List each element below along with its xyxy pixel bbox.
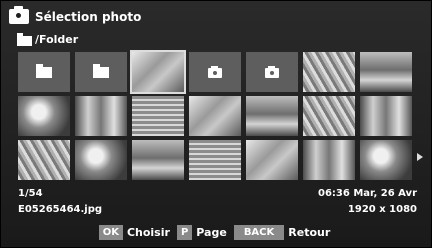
camera-icon [9, 6, 29, 24]
photo-image [132, 96, 184, 136]
folder-icon [36, 64, 52, 78]
photo-image [360, 140, 412, 180]
photo-counter: 1/54 [18, 188, 43, 199]
photo-thumbnail[interactable] [360, 140, 412, 180]
photo-image [189, 96, 241, 136]
photo-image [75, 96, 127, 136]
folder-thumbnail[interactable] [75, 52, 127, 92]
title-bar: Sélection photo [9, 6, 142, 24]
photo-thumbnail[interactable] [246, 96, 298, 136]
next-page-arrow-icon[interactable] [417, 153, 423, 161]
photo-placeholder-thumbnail[interactable] [189, 52, 241, 92]
photo-image [246, 140, 298, 180]
back-button[interactable]: BACK [233, 225, 285, 240]
photo-thumbnail[interactable] [75, 140, 127, 180]
photo-resolution: 1920 x 1080 [347, 204, 417, 215]
page-hint: Page [196, 226, 227, 239]
photo-thumbnail[interactable] [189, 96, 241, 136]
photo-image [303, 96, 355, 136]
ok-button[interactable]: OK [98, 225, 123, 240]
folder-icon [93, 64, 109, 78]
photo-thumbnail[interactable] [18, 140, 70, 180]
button-guide: OK Choisir P Page BACK Retour [1, 225, 431, 240]
camera-icon [265, 66, 279, 78]
photo-image [132, 140, 184, 180]
photo-thumbnail[interactable] [303, 52, 355, 92]
breadcrumb: /Folder [17, 32, 79, 46]
photo-image [303, 52, 355, 92]
photo-thumbnail[interactable] [246, 140, 298, 180]
photo-image [360, 52, 412, 92]
page-button[interactable]: P [176, 225, 193, 240]
photo-image [246, 96, 298, 136]
photo-thumbnail[interactable] [189, 140, 241, 180]
photo-image [75, 140, 127, 180]
folder-icon [17, 32, 32, 46]
photo-image [18, 140, 70, 180]
photo-datetime: 06:36 Mar, 26 Avr [318, 188, 417, 199]
file-name: E05265464.jpg [18, 204, 103, 215]
photo-thumbnail[interactable] [360, 96, 412, 136]
photo-thumbnail[interactable] [75, 96, 127, 136]
folder-thumbnail[interactable] [18, 52, 70, 92]
photo-thumbnail[interactable] [132, 140, 184, 180]
photo-image [360, 96, 412, 136]
photo-image [189, 140, 241, 180]
photo-placeholder-thumbnail[interactable] [246, 52, 298, 92]
photo-image [18, 96, 70, 136]
photo-thumbnail[interactable] [18, 96, 70, 136]
photo-thumbnail[interactable] [360, 52, 412, 92]
photo-thumbnail[interactable] [130, 50, 186, 94]
photo-image [303, 140, 355, 180]
photo-thumbnail[interactable] [132, 96, 184, 136]
camera-icon [208, 66, 222, 78]
ok-hint: Choisir [126, 226, 170, 239]
back-hint: Retour [288, 226, 331, 239]
photo-thumbnail[interactable] [303, 96, 355, 136]
thumbnail-grid [18, 50, 412, 180]
photo-image [132, 52, 184, 92]
page-title: Sélection photo [35, 9, 142, 24]
photo-selection-screen: Sélection photo /Folder 1/54 E05265464.j… [0, 0, 432, 248]
folder-path: /Folder [35, 33, 79, 46]
photo-thumbnail[interactable] [303, 140, 355, 180]
